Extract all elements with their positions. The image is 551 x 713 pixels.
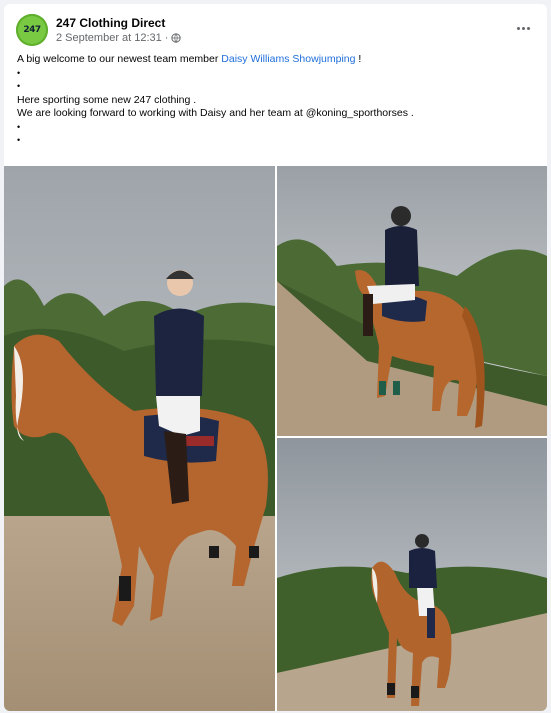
- tagged-page-link[interactable]: Daisy Williams Showjumping: [221, 53, 355, 65]
- page-name-link[interactable]: 247 Clothing Direct: [56, 16, 165, 30]
- page-avatar[interactable]: 247: [16, 14, 48, 46]
- post-line-5: We are looking forward to working with D…: [17, 107, 414, 119]
- bullet-3: •: [17, 121, 21, 132]
- post-photo-2[interactable]: [277, 166, 547, 436]
- globe-icon[interactable]: [171, 33, 182, 43]
- post-line-1-suffix: !: [355, 53, 362, 65]
- bullet-1: •: [17, 67, 21, 78]
- avatar-logo-text: 247: [23, 25, 41, 35]
- post-line-1-prefix: A big welcome to our newest team member: [17, 53, 222, 65]
- more-horizontal-icon: [516, 26, 520, 30]
- post-line-4: Here sporting some new 247 clothing .: [17, 93, 197, 106]
- post-header: 247 247 Clothing Direct 2 September at 1…: [16, 14, 541, 48]
- meta-separator: ·: [164, 32, 169, 44]
- bullet-2: •: [17, 81, 21, 91]
- post-photo-3[interactable]: [277, 438, 547, 711]
- post-card: 247 247 Clothing Direct 2 September at 1…: [4, 4, 547, 711]
- bullet-4: •: [17, 135, 21, 145]
- post-meta: 2 September at 12:31 ·: [56, 32, 182, 44]
- post-photo-1[interactable]: [4, 166, 275, 711]
- post-text: A big welcome to our newest team member …: [17, 53, 537, 148]
- more-options-button[interactable]: [511, 18, 535, 38]
- timestamp-link[interactable]: 2 September at 12:31: [56, 32, 162, 44]
- post-line-1: A big welcome to our newest team member …: [17, 53, 537, 67]
